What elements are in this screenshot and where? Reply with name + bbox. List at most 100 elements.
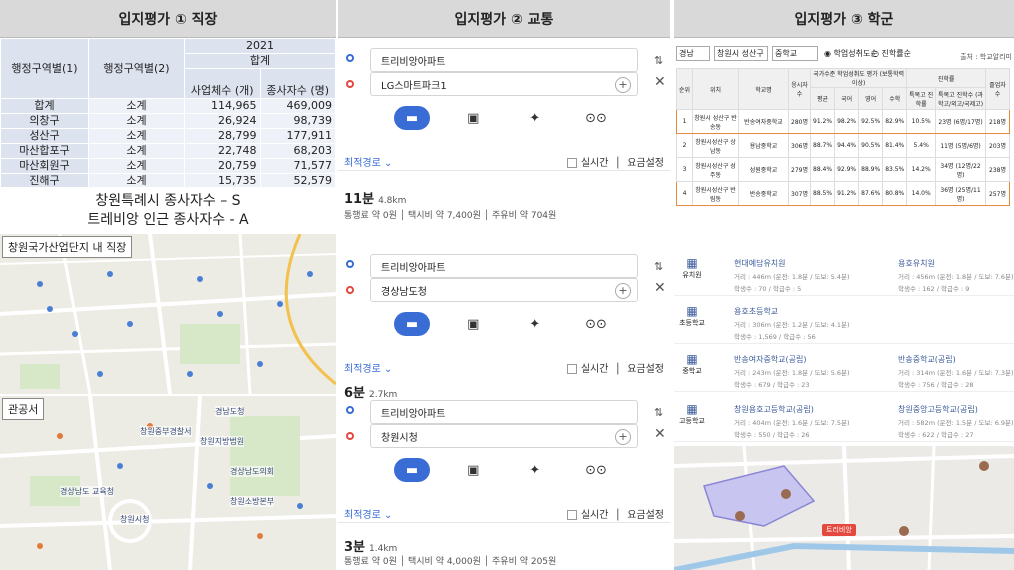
bike-mode-icon[interactable]: ⊙⊙ (578, 106, 614, 130)
school-cell: 80.8% (882, 181, 908, 206)
school-cell: 92.5% (858, 109, 884, 134)
region-select[interactable]: 경남 (676, 46, 710, 61)
place-label[interactable]: 창원지방법원 (200, 436, 245, 447)
sort-advancement-radio[interactable]: ○ 진학률순 (872, 48, 911, 59)
school-group: ▦ 고등학교 창원용호고등학교(공립) 거리 : 404m (운전: 1.6분 / 도… (674, 400, 1014, 442)
origin-input[interactable]: 트리비앙아파트 (370, 254, 638, 278)
close-icon[interactable]: ✕ (654, 426, 666, 442)
realtime-checkbox[interactable] (566, 158, 577, 168)
swap-icon[interactable]: ⇅ (654, 260, 663, 273)
school-cell: 2 (676, 133, 693, 158)
transport-modes: ▬ ▣ ✦ ⊙⊙ (394, 312, 614, 336)
school-row[interactable]: 2 창원시성산구 상남동 용남중학교 306명 88.7% 94.4% 90.5% 81.4%… (676, 133, 1010, 158)
panel-title: 입지평가 ② 교통 (338, 0, 670, 38)
col-header-companies: 사업체수 (개) (184, 68, 261, 99)
realtime-checkbox[interactable] (566, 510, 577, 520)
sort-advancement-label: 진학률순 (881, 49, 911, 58)
place-label[interactable]: 경남도청 (215, 406, 245, 417)
swap-icon[interactable]: ⇅ (654, 54, 663, 67)
school-item[interactable]: 용호초등학교 거리 : 306m (운전: 1.2분 / 도보: 4.1분) 학생수… (734, 306, 884, 341)
industrial-map[interactable]: 창원국가산업단지 내 직장 (0, 234, 336, 394)
destination-input[interactable]: 창원시청 + (370, 424, 638, 448)
place-label[interactable]: 경상남도 교육청 (60, 486, 115, 497)
school-cell: 91.2% (809, 109, 836, 134)
walk-mode-icon[interactable]: ✦ (517, 106, 553, 130)
close-icon[interactable]: ✕ (654, 280, 666, 296)
table-row: 의창구 소계 26,924 98,739 (0, 113, 336, 129)
school-distance: 거리 : 404m (운전: 1.6분 / 도보: 7.5분) (734, 419, 850, 427)
school-students: 학생수 : 162 / 학급수 : 9 (898, 285, 970, 293)
district-select[interactable]: 창원시 성산구 (714, 46, 768, 61)
fare-setting-link[interactable]: 요금설정 (627, 158, 664, 169)
school-item[interactable]: 창원용호고등학교(공립) 거리 : 404m (운전: 1.6분 / 도보: 7.… (734, 404, 884, 439)
school-map[interactable]: 트리비앙 (674, 446, 1014, 570)
car-mode-icon[interactable]: ▬ (394, 106, 430, 130)
distance-value: 4.8km (378, 196, 407, 206)
time-value: 11분 (344, 192, 375, 207)
bus-mode-icon[interactable]: ▣ (455, 458, 491, 482)
optimal-route-dropdown[interactable]: 최적경로 ⌄ (344, 158, 392, 169)
school-cell: 88.4% (809, 157, 836, 182)
destination-input[interactable]: 경상남도청 + (370, 278, 638, 302)
optimal-route-dropdown[interactable]: 최적경로 ⌄ (344, 510, 392, 521)
school-cell: 83.5% (882, 157, 908, 182)
origin-input[interactable]: 트리비앙아파트 (370, 48, 638, 72)
school-row[interactable]: 1 창원시 성산구 반송동 반송여자중학교 280명 91.2% 98.2% 92.5% 82… (676, 109, 1010, 134)
th-sub: 영어 (858, 87, 884, 110)
origin-dot-icon (346, 260, 354, 268)
school-cell: 81.4% (882, 133, 908, 158)
cell-b: 소계 (88, 158, 185, 174)
walk-mode-icon[interactable]: ✦ (517, 458, 553, 482)
level-select[interactable]: 중학교 (772, 46, 818, 61)
school-students: 학생수 : 70 / 학급수 : 5 (734, 285, 802, 293)
car-mode-icon[interactable]: ▬ (394, 312, 430, 336)
origin-text: 트리비앙아파트 (381, 262, 446, 274)
optimal-route-dropdown[interactable]: 최적경로 ⌄ (344, 364, 392, 375)
cell-c: 20,759 (184, 158, 261, 174)
close-icon[interactable]: ✕ (654, 74, 666, 90)
swap-icon[interactable]: ⇅ (654, 406, 663, 419)
school-cell: 4 (676, 181, 693, 206)
th-rank: 순위 (676, 68, 693, 110)
school-item[interactable]: 반송중학교(공립) 거리 : 314m (운전: 1.6분 / 도보: 7.3분)… (898, 354, 1014, 389)
place-label[interactable]: 창원중부경찰서 (140, 426, 192, 437)
bus-mode-icon[interactable]: ▣ (455, 312, 491, 336)
place-label[interactable]: 창원시청 (120, 514, 150, 525)
fare-setting-link[interactable]: 요금설정 (627, 364, 664, 375)
bike-mode-icon[interactable]: ⊙⊙ (578, 312, 614, 336)
school-cell: 창원시성산구 상남동 (692, 133, 739, 158)
school-category: ▦ 고등학교 (678, 402, 706, 426)
bike-mode-icon[interactable]: ⊙⊙ (578, 458, 614, 482)
realtime-checkbox[interactable] (566, 364, 577, 374)
school-item[interactable]: 현대예담유치원 거리 : 446m (운전: 1.8분 / 도보: 5.4분) 학생… (734, 258, 884, 293)
school-row[interactable]: 4 창원시성산구 반림동 반송중학교 307명 88.5% 91.2% 87.6% 80.8%… (676, 181, 1010, 206)
place-label[interactable]: 경상남도의회 (230, 466, 275, 477)
school-students: 학생수 : 756 / 학급수 : 28 (898, 381, 974, 389)
th-location: 위치 (692, 68, 739, 110)
fare-setting-link[interactable]: 요금설정 (627, 510, 664, 521)
origin-input[interactable]: 트리비앙아파트 (370, 400, 638, 424)
walk-mode-icon[interactable]: ✦ (517, 312, 553, 336)
destination-dot-icon (346, 286, 354, 294)
place-label[interactable]: 창원소방본부 (230, 496, 275, 507)
add-waypoint-button[interactable]: + (615, 77, 631, 93)
school-cell: 11명 (5명/6명) (935, 133, 986, 158)
cell-d: 98,739 (259, 113, 336, 129)
school-cell: 88.5% (809, 181, 836, 206)
add-waypoint-button[interactable]: + (615, 429, 631, 445)
government-map[interactable]: 관공서 창원시청 창원중부경찰서 경남도청창원지방법원경상남도의회창원소방본부 경상남… (0, 396, 336, 570)
map-label-government: 관공서 (2, 398, 45, 420)
car-mode-icon[interactable]: ▬ (394, 458, 430, 482)
school-item[interactable]: 반송여자중학교(공립) 거리 : 243m (운전: 1.8분 / 도보: 5.6… (734, 354, 884, 389)
th-sub: 국어 (834, 87, 860, 110)
school-group: ▦ 유치원 현대예담유치원 거리 : 446m (운전: 1.8분 / 도보: 5.4… (674, 254, 1014, 296)
th-advance: 진학률 (906, 68, 986, 88)
school-item[interactable]: 용호유치원 거리 : 456m (운전: 1.8분 / 도보: 7.6분) 학생수 … (898, 258, 1014, 293)
destination-input[interactable]: LG스마트파크1 + (370, 72, 638, 96)
school-item[interactable]: 창원중앙고등학교(공립) 거리 : 582m (운전: 1.5분 / 도보: 6.… (898, 404, 1014, 439)
sort-achievement-radio[interactable]: ◉ 학업성취도순 (824, 48, 878, 59)
school-row[interactable]: 3 창원시성산구 성주동 성원중학교 279명 88.4% 92.9% 88.9% 83.5%… (676, 157, 1010, 182)
add-waypoint-button[interactable]: + (615, 283, 631, 299)
school-name: 용호유치원 (898, 259, 935, 268)
bus-mode-icon[interactable]: ▣ (455, 106, 491, 130)
